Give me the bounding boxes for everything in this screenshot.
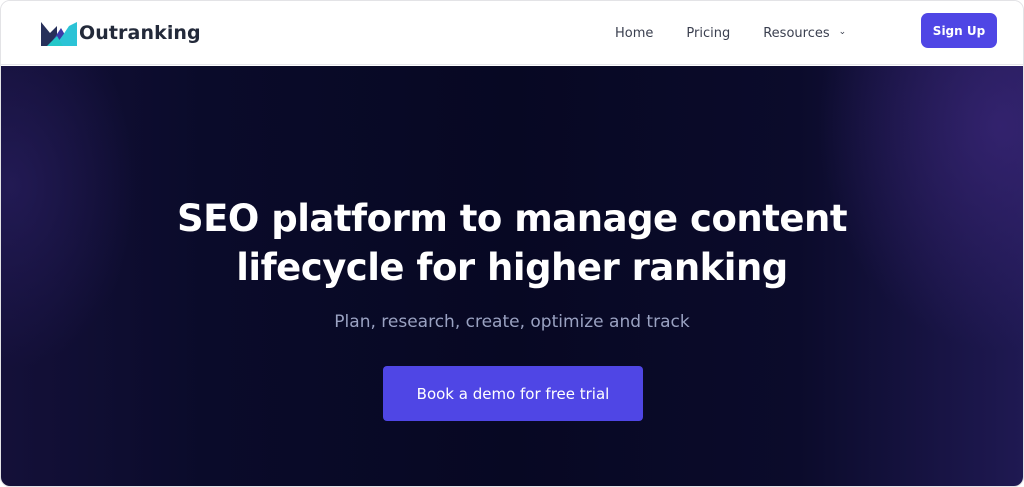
chevron-down-icon: ⌄ [838, 27, 847, 37]
hero-title-line-1: SEO platform to manage content [176, 197, 848, 240]
nav-item-resources[interactable]: Resources ⌄ [763, 26, 846, 41]
brand-name: Outranking [79, 22, 201, 44]
sign-up-button[interactable]: Sign Up [921, 13, 997, 48]
hero-section: SEO platform to manage content lifecycle… [1, 66, 1023, 486]
nav-item-pricing[interactable]: Pricing [686, 26, 730, 41]
outranking-logo-icon [41, 22, 77, 46]
book-demo-button[interactable]: Book a demo for free trial [383, 366, 643, 421]
navbar: Outranking Home Pricing Resources ⌄ Sign… [1, 1, 1023, 65]
nav-item-home[interactable]: Home [615, 26, 653, 41]
hero-title: SEO platform to manage content lifecycle… [1, 194, 1023, 292]
brand-logo[interactable]: Outranking [41, 18, 201, 48]
hero-subtitle: Plan, research, create, optimize and tra… [334, 312, 690, 332]
page-frame: Outranking Home Pricing Resources ⌄ Sign… [0, 0, 1024, 487]
nav-item-resources-label: Resources [763, 25, 830, 41]
hero-title-line-2: lifecycle for higher ranking [236, 246, 788, 289]
primary-nav: Home Pricing Resources ⌄ [615, 1, 879, 65]
